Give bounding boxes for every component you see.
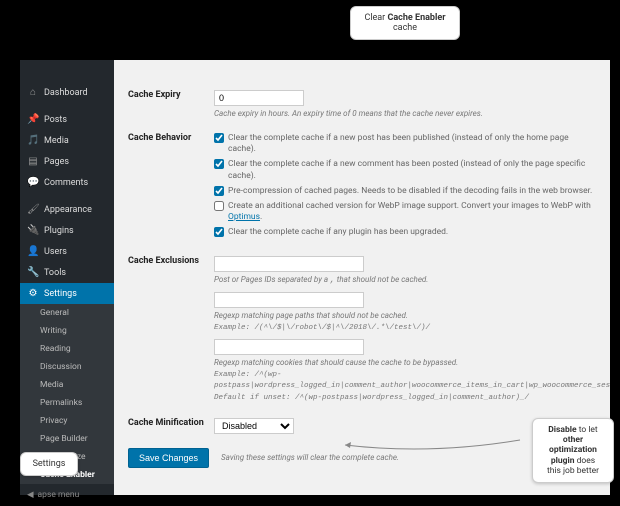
menu-posts[interactable]: 📌Posts (20, 109, 114, 130)
sub-permalinks[interactable]: Permalinks (20, 394, 114, 412)
chk-webp[interactable]: Create an additional cached version for … (214, 201, 596, 223)
select-minification[interactable]: Disabled (214, 418, 294, 434)
gear-icon: ⚙ (27, 288, 39, 299)
save-button[interactable]: Save Changes (128, 448, 209, 468)
sub-discussion[interactable]: Discussion (20, 358, 114, 376)
chk-new-post[interactable]: Clear the complete cache if a new post h… (214, 133, 596, 155)
comment-icon: 💬 (27, 177, 39, 188)
desc-expiry: Cache expiry in hours. An expiry time of… (214, 109, 596, 119)
input-expiry[interactable] (214, 90, 304, 106)
admin-sidebar: ⌂Dashboard 📌Posts 🎵Media ▤Pages 💬Comment… (20, 60, 114, 495)
label-behavior: Cache Behavior (128, 133, 214, 241)
sub-pagebuilder[interactable]: Page Builder (20, 430, 114, 448)
page-icon: ▤ (27, 156, 39, 167)
collapse-icon: ◀ (27, 490, 34, 500)
menu-tools[interactable]: 🔧Tools (20, 262, 114, 283)
dashboard-icon: ⌂ (27, 87, 39, 98)
tooltip-settings: Settings (20, 452, 78, 476)
menu-appearance[interactable]: 🖌Appearance (20, 199, 114, 220)
menu-settings[interactable]: ⚙Settings (20, 283, 114, 304)
input-excl-ids[interactable] (214, 256, 364, 272)
input-excl-cookies[interactable] (214, 339, 364, 355)
optimus-link[interactable]: Optimus (228, 212, 260, 222)
label-minification: Cache Minification (128, 418, 214, 434)
plug-icon: 🔌 (27, 225, 39, 236)
tooltip-clear-cache: Clear Cache Enabler cache (350, 6, 460, 40)
user-icon: 👤 (27, 246, 39, 257)
sub-writing[interactable]: Writing (20, 322, 114, 340)
menu-users[interactable]: 👤Users (20, 241, 114, 262)
brush-icon: 🖌 (27, 204, 39, 215)
menu-comments[interactable]: 💬Comments (20, 172, 114, 193)
menu-plugins[interactable]: 🔌Plugins (20, 220, 114, 241)
label-expiry: Cache Expiry (128, 90, 214, 119)
sub-reading[interactable]: Reading (20, 340, 114, 358)
label-exclusions: Cache Exclusions (128, 256, 214, 404)
media-icon: 🎵 (27, 135, 39, 146)
menu-dashboard[interactable]: ⌂Dashboard (20, 82, 114, 103)
sub-privacy[interactable]: Privacy (20, 412, 114, 430)
desc-excl-cookies: Regexp matching cookies that should caus… (214, 358, 610, 404)
chk-precompress[interactable]: Pre-compression of cached pages. Needs t… (214, 186, 596, 197)
sub-media[interactable]: Media (20, 376, 114, 394)
wrench-icon: 🔧 (27, 267, 39, 278)
desc-excl-paths: Regexp matching page paths that should n… (214, 311, 610, 333)
menu-pages[interactable]: ▤Pages (20, 151, 114, 172)
chk-plugin-upgrade[interactable]: Clear the complete cache if any plugin h… (214, 227, 596, 238)
menu-media[interactable]: 🎵Media (20, 130, 114, 151)
sub-general[interactable]: General (20, 304, 114, 322)
tooltip-disable: Disable to let other optimization plugin… (532, 418, 614, 483)
chk-new-comment[interactable]: Clear the complete cache if a new commen… (214, 159, 596, 181)
wp-admin-shell: ⓦ ⌂Seraphinite Solutions ⟳26 💬0 ＋New Cle… (20, 60, 610, 495)
desc-excl-ids: Post or Pages IDs separated by a , that … (214, 275, 610, 286)
pin-icon: 📌 (27, 114, 39, 125)
input-excl-paths[interactable] (214, 292, 364, 308)
collapse-menu[interactable]: ◀apse menu (20, 484, 114, 506)
desc-save: Saving these settings will clear the com… (221, 453, 399, 463)
